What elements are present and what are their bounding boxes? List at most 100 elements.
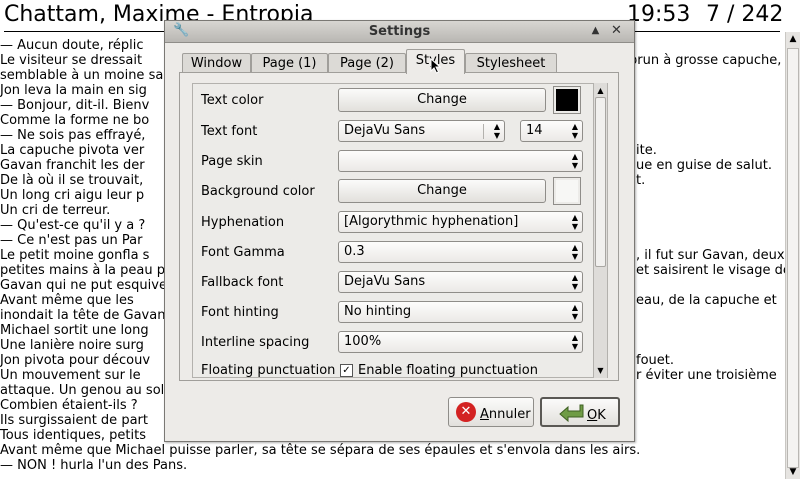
combo-arrows-icon: ▲ ▼ bbox=[571, 303, 578, 321]
text-line: Michael sortit une long bbox=[0, 323, 149, 338]
cancel-mnemonic: A bbox=[480, 407, 489, 422]
text-line: — Qu'est-ce qu'il y a ? bbox=[0, 218, 146, 233]
interline-spacing-value: 100% bbox=[344, 334, 382, 349]
fallback-font-combo[interactable]: DejaVu Sans ▲ ▼ bbox=[338, 271, 583, 293]
combo-arrows-icon: ▲ ▼ bbox=[571, 333, 578, 351]
scroll-thumb[interactable] bbox=[595, 97, 606, 267]
text-line: Gavan qui ne put esquive bbox=[0, 278, 167, 293]
font-hinting-value: No hinting bbox=[344, 304, 412, 319]
text-line-fragment: eau, de la capuche et bbox=[636, 293, 777, 308]
text-line-fragment: ue en guise de salut. bbox=[636, 158, 772, 173]
maximize-icon[interactable]: ▲ bbox=[588, 24, 603, 38]
dialog-titlebar[interactable]: 🔧 Settings ▲ ✕ bbox=[165, 21, 634, 43]
scroll-down-arrow-icon[interactable]: ▼ bbox=[786, 465, 800, 479]
combo-arrows-icon: ▲ ▼ bbox=[571, 243, 578, 261]
floating-punctuation-checkbox-label[interactable]: Enable floating punctuation bbox=[358, 363, 538, 377]
text-line: Un long cri aigu leur p bbox=[0, 188, 145, 203]
background-color-change-button[interactable]: Change bbox=[338, 179, 546, 203]
ok-arrow-icon bbox=[558, 401, 584, 423]
text-color-label: Text color bbox=[201, 93, 264, 108]
text-line: Un mouvement sur le bbox=[0, 368, 141, 383]
ok-button[interactable]: OK bbox=[540, 397, 620, 427]
combo-arrows-icon: ▲ ▼ bbox=[571, 213, 578, 231]
styles-scrollbar[interactable]: ▲ ▼ bbox=[593, 83, 607, 378]
text-line: — Ce n'est pas un Par bbox=[0, 233, 143, 248]
text-line-fragment: t. bbox=[636, 173, 646, 188]
close-icon[interactable]: ✕ bbox=[609, 24, 624, 38]
font-hinting-label: Font hinting bbox=[201, 305, 279, 320]
text-line: Comme la forme ne bo bbox=[0, 113, 150, 128]
text-line-fragment: fouet. bbox=[636, 353, 674, 368]
fallback-font-label: Fallback font bbox=[201, 275, 284, 290]
styles-panel: Text color Change Text font DejaVu Sans … bbox=[179, 72, 619, 381]
text-line-fragment: r éviter une troisième bbox=[636, 368, 777, 383]
text-line: Tous identiques, petits bbox=[0, 428, 146, 443]
background-color-swatch[interactable] bbox=[553, 177, 581, 205]
tab-page-1[interactable]: Page (1) bbox=[251, 53, 328, 73]
text-line: — Bonjour, dit-il. Bienv bbox=[0, 98, 150, 113]
text-line: Avant même que Michael puisse parler, sa… bbox=[0, 443, 641, 458]
text-line: Ils surgissaient de part bbox=[0, 413, 148, 428]
ok-label: K bbox=[597, 408, 606, 423]
cancel-x-icon: ✕ bbox=[456, 402, 476, 422]
scroll-down-arrow-icon[interactable]: ▼ bbox=[594, 364, 607, 377]
mouse-cursor-icon bbox=[430, 58, 442, 74]
text-line: — Ne sois pas effrayé, bbox=[0, 128, 146, 143]
text-line: Jon pivota pour découv bbox=[0, 353, 151, 368]
combo-arrows-icon: ▲ ▼ bbox=[493, 122, 500, 140]
floating-punctuation-label: Floating punctuation bbox=[201, 363, 336, 378]
ok-mnemonic: O bbox=[587, 408, 598, 423]
text-font-value: DejaVu Sans bbox=[344, 123, 426, 138]
font-gamma-value: 0.3 bbox=[344, 244, 365, 259]
font-gamma-label: Font Gamma bbox=[201, 245, 285, 260]
font-size-combo[interactable]: 14 ▲ ▼ bbox=[520, 120, 583, 142]
text-line: petites mains à la peau p bbox=[0, 263, 165, 278]
text-line: — Aucun doute, réplic bbox=[0, 38, 144, 53]
clock: 19:53 bbox=[627, 2, 691, 27]
text-font-combo[interactable]: DejaVu Sans ▲ ▼ bbox=[338, 120, 505, 142]
page-skin-combo[interactable]: ▲ ▼ bbox=[338, 150, 583, 172]
tab-window[interactable]: Window bbox=[182, 53, 251, 73]
text-line: Jon leva la main en sig bbox=[0, 83, 147, 98]
text-line: Le visiteur se dressait bbox=[0, 53, 143, 68]
tab-page-2[interactable]: Page (2) bbox=[328, 53, 406, 73]
combo-arrows-icon: ▲ ▼ bbox=[571, 152, 578, 170]
hyphenation-combo[interactable]: [Algorythmic hyphenation] ▲ ▼ bbox=[338, 211, 583, 233]
text-line: Le petit moine gonfla s bbox=[0, 248, 150, 263]
scroll-thumb[interactable] bbox=[787, 48, 799, 468]
text-line-fragment: et saisirent le visage de bbox=[636, 263, 791, 278]
combo-separator bbox=[483, 124, 484, 139]
settings-dialog: 🔧 Settings ▲ ✕ Window Page (1) Page (2) … bbox=[164, 20, 635, 442]
text-line: inondait la tête de Gavan bbox=[0, 308, 166, 323]
text-color-swatch[interactable] bbox=[553, 86, 581, 114]
text-line: La capuche pivota ver bbox=[0, 143, 145, 158]
font-hinting-combo[interactable]: No hinting ▲ ▼ bbox=[338, 301, 583, 323]
page-counter: 7 / 242 bbox=[706, 2, 784, 27]
text-line: attaque. Un genou au sol bbox=[0, 383, 165, 398]
font-gamma-combo[interactable]: 0.3 ▲ ▼ bbox=[338, 241, 583, 263]
floating-punctuation-checkbox[interactable]: ✓ bbox=[340, 364, 353, 377]
reader-scrollbar[interactable]: ▲ ▼ bbox=[785, 32, 800, 479]
text-line: semblable à un moine sar bbox=[0, 68, 169, 83]
text-line: — NON ! hurla l'un des Pans. bbox=[0, 458, 188, 473]
dialog-title: Settings bbox=[368, 24, 431, 39]
hyphenation-value: [Algorythmic hyphenation] bbox=[344, 214, 519, 229]
tab-stylesheet[interactable]: Stylesheet bbox=[465, 53, 557, 73]
interline-spacing-combo[interactable]: 100% ▲ ▼ bbox=[338, 331, 583, 353]
text-line: Gavan franchit les der bbox=[0, 158, 145, 173]
scroll-up-arrow-icon[interactable]: ▲ bbox=[786, 32, 800, 46]
text-line: Combien étaient-ils ? bbox=[0, 398, 138, 413]
scroll-up-arrow-icon[interactable]: ▲ bbox=[594, 84, 607, 97]
cancel-button[interactable]: ✕ Annuler bbox=[448, 397, 534, 427]
combo-arrows-icon: ▲ ▼ bbox=[571, 122, 578, 140]
styles-scroll-area: Text color Change Text font DejaVu Sans … bbox=[192, 83, 608, 378]
text-line: Avant même que les bbox=[0, 293, 134, 308]
background-color-label: Background color bbox=[201, 184, 315, 199]
text-line: Un cri de terreur. bbox=[0, 203, 111, 218]
combo-arrows-icon: ▲ ▼ bbox=[571, 273, 578, 291]
text-line-fragment: ite. bbox=[636, 143, 657, 158]
hyphenation-label: Hyphenation bbox=[201, 215, 285, 230]
text-color-change-button[interactable]: Change bbox=[338, 88, 546, 112]
font-size-value: 14 bbox=[526, 123, 543, 138]
text-line-fragment: brun à grosse capuche, bbox=[629, 53, 782, 68]
